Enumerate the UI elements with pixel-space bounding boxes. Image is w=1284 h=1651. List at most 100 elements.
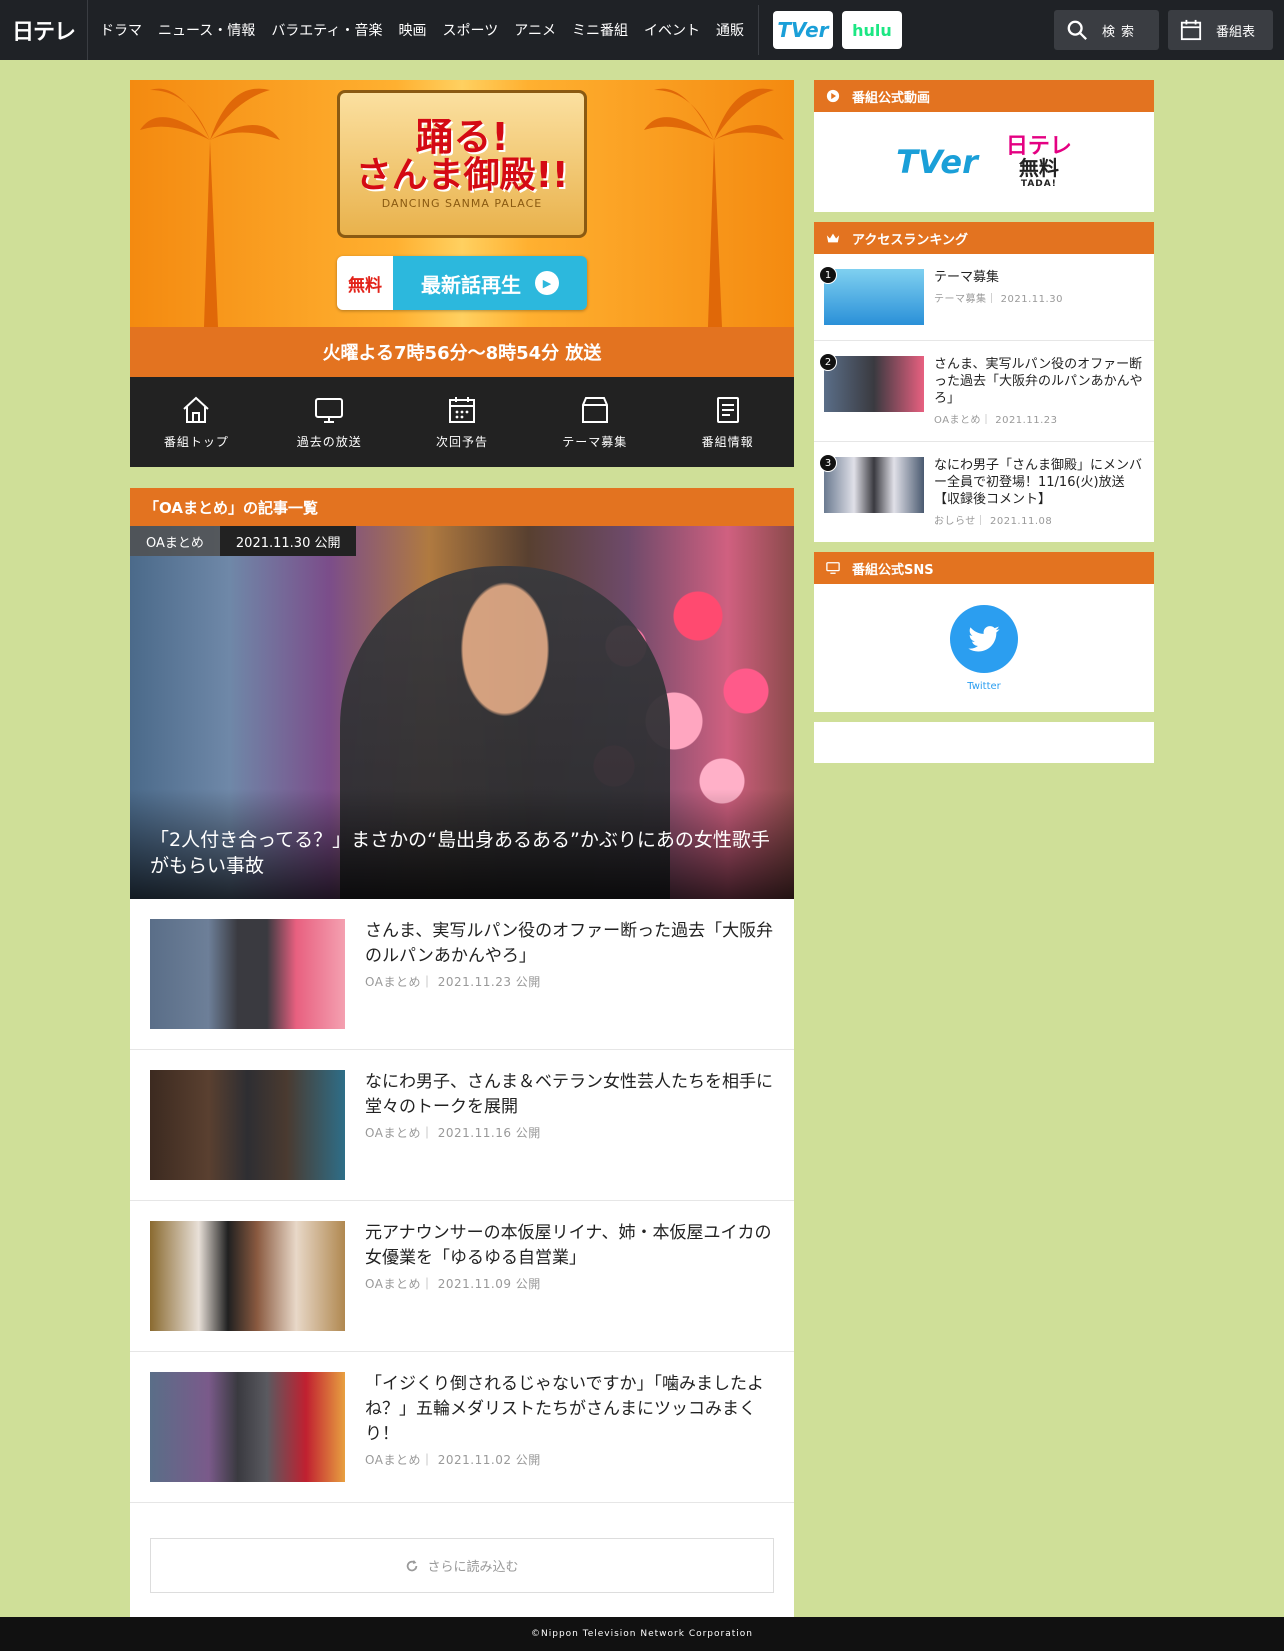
twitter-label[interactable]: Twitter (967, 681, 1001, 692)
global-nav: ドラマ ニュース・情報 バラエティ・音楽 映画 スポーツ アニメ ミニ番組 イベ… (88, 0, 752, 60)
nav-movie[interactable]: 映画 (390, 20, 434, 40)
ntv-logo[interactable]: 日テレ (0, 0, 88, 60)
sns-header: 番組公式SNS (814, 552, 1154, 584)
article-title: さんま、実写ルパン役のオファー断った過去「大阪弁のルパンあかんやろ」 (365, 921, 774, 966)
feature-caption: 「2人付き合ってる？」まさかの“島出身あるある”かぶりにあの女性歌手がもらい事故 (130, 789, 794, 899)
nav-anime[interactable]: アニメ (506, 20, 564, 40)
main-column: 踊る! さんま御殿!! DANCING SANMA PALACE 無料 最新話再… (130, 80, 794, 1617)
monitor-icon (315, 397, 344, 423)
ranking-title: アクセスランキング (852, 232, 968, 248)
program-nav-theme[interactable]: テーマ募集 (528, 377, 661, 467)
ntv-free-logo-line2: 無料 (1018, 155, 1059, 180)
search-label: 検索 (1102, 24, 1141, 40)
tver-logo-link[interactable]: TVer (896, 143, 978, 181)
article-thumbnail (150, 1070, 345, 1180)
search-button[interactable]: 検索 (1054, 10, 1159, 50)
list-item[interactable]: 元アナウンサーの本仮屋リイナ、姉・本仮屋ユイカの女優業を「ゆるゆる自営業」 OA… (130, 1201, 794, 1352)
sns-title: 番組公式SNS (852, 562, 934, 578)
home-icon (183, 396, 210, 423)
nav-sports[interactable]: スポーツ (434, 20, 506, 40)
program-nav-past-label: 過去の放送 (296, 434, 362, 449)
program-nav-info[interactable]: 番組情報 (661, 377, 794, 467)
feature-badges: OAまとめ 2021.11.30 公開 (130, 526, 357, 556)
global-header: 日テレ ドラマ ニュース・情報 バラエティ・音楽 映画 スポーツ アニメ ミニ番… (0, 0, 1284, 60)
official-video-title: 番組公式動画 (852, 90, 931, 106)
monitor-icon (826, 562, 840, 574)
program-nav-next-label: 次回予告 (435, 434, 488, 449)
load-more-wrap: さらに読み込む (130, 1503, 794, 1617)
article-meta: OAまとめ｜ 2021.11.02 公開 (365, 1453, 541, 1467)
ranking-number-badge: 1 (819, 266, 837, 284)
list-item[interactable]: さんま、実写ルパン役のオファー断った過去「大阪弁のルパンあかんやろ」 OAまとめ… (130, 899, 794, 1050)
play-latest-button[interactable]: 無料 最新話再生 ▶ (337, 256, 587, 310)
ntv-free-logo-link[interactable]: 日テレ 無料 TADA! (1005, 133, 1072, 189)
calendar-icon (1180, 19, 1202, 41)
article-title: 元アナウンサーの本仮屋リイナ、姉・本仮屋ユイカの女優業を「ゆるゆる自営業」 (365, 1223, 772, 1268)
official-video-box: 番組公式動画 TVer 日テレ 無料 TADA! (814, 80, 1154, 212)
free-label: 無料 (337, 256, 393, 310)
program-nav-theme-label: テーマ募集 (562, 434, 628, 449)
program-logo-line2: さんま御殿!! (355, 154, 569, 196)
program-nav-top[interactable]: 番組トップ (130, 377, 263, 467)
refresh-icon (407, 1559, 418, 1571)
list-item[interactable]: なにわ男子、さんま＆ベテラン女性芸人たちを相手に堂々のトークを展開 OAまとめ｜… (130, 1050, 794, 1201)
ranking-meta: おしらせ｜ 2021.11.08 (934, 516, 1053, 527)
article-text: さんま、実写ルパン役のオファー断った過去「大阪弁のルパンあかんやろ」 OAまとめ… (365, 919, 774, 1029)
program-nav-top-label: 番組トップ (163, 434, 229, 449)
program-nav-past[interactable]: 過去の放送 (263, 377, 396, 467)
list-item[interactable]: 「イジくり倒されるじゃないですか」「噛みましたよね？」五輪メダリストたちがさんま… (130, 1352, 794, 1503)
article-thumbnail (150, 1372, 345, 1482)
program-logo-line1: 踊る! (415, 114, 509, 159)
schedule-button[interactable]: 番組表 (1168, 10, 1273, 50)
ranking-thumbnail (824, 457, 924, 513)
nav-event[interactable]: イベント (636, 20, 708, 40)
sns-body: Twitter (814, 584, 1154, 712)
nav-variety[interactable]: バラエティ・音楽 (263, 20, 390, 40)
program-nav: 番組トップ 過去の放送 次回予告 テーマ募集 番組情報 (130, 377, 794, 467)
twitter-bird-icon (968, 625, 1000, 651)
ranking-item[interactable]: 2 さんま、実写ルパン役のオファー断った過去「大阪弁のルパンあかんやろ」 OAま… (814, 341, 1154, 442)
hulu-link-button[interactable]: hulu (841, 11, 902, 49)
ranking-item[interactable]: 1 テーマ募集 テーマ募集｜ 2021.11.30 (814, 254, 1154, 341)
ranking-meta: テーマ募集｜ 2021.11.30 (934, 294, 1063, 305)
sidebar: 番組公式動画 TVer 日テレ 無料 TADA! アクセスランキング 1 テーマ… (814, 80, 1154, 763)
program-nav-info-label: 番組情報 (701, 434, 754, 449)
calendar-icon (448, 396, 475, 423)
program-hero: 踊る! さんま御殿!! DANCING SANMA PALACE 無料 最新話再… (130, 80, 794, 327)
nav-drama[interactable]: ドラマ (92, 20, 150, 40)
play-latest-label: 最新話再生 (421, 272, 521, 297)
ranking-title-text: テーマ募集 (934, 270, 1000, 285)
load-more-button[interactable]: さらに読み込む (150, 1538, 774, 1593)
schedule-label: 番組表 (1216, 24, 1256, 40)
nav-news[interactable]: ニュース・情報 (150, 20, 263, 40)
article-text: なにわ男子、さんま＆ベテラン女性芸人たちを相手に堂々のトークを展開 OAまとめ｜… (365, 1070, 774, 1180)
ranking-meta: OAまとめ｜ 2021.11.23 (934, 415, 1058, 426)
sidebar-empty-box (814, 722, 1154, 763)
play-latest-wrap: 最新話再生 ▶ (393, 256, 587, 310)
ranking-number-badge: 2 (819, 353, 837, 371)
ranking-header: アクセスランキング (814, 222, 1154, 254)
feature-title: 「2人付き合ってる？」まさかの“島出身あるある”かぶりにあの女性歌手がもらい事故 (150, 829, 770, 877)
article-title: なにわ男子、さんま＆ベテラン女性芸人たちを相手に堂々のトークを展開 (365, 1072, 773, 1117)
article-text: 元アナウンサーの本仮屋リイナ、姉・本仮屋ユイカの女優業を「ゆるゆる自営業」 OA… (365, 1221, 774, 1331)
article-meta: OAまとめ｜ 2021.11.16 公開 (365, 1126, 541, 1140)
palm-tree-decoration (140, 88, 280, 327)
program-nav-next[interactable]: 次回予告 (396, 377, 529, 467)
program-logo-sub: DANCING SANMA PALACE (381, 197, 543, 211)
tver-link-button[interactable]: TVer (772, 11, 833, 49)
twitter-button[interactable] (950, 604, 1018, 673)
featured-article[interactable]: OAまとめ 2021.11.30 公開 「2人付き合ってる？」まさかの“島出身あ… (130, 526, 794, 899)
feature-category-badge: OAまとめ (130, 526, 220, 556)
article-section-title: 「OAまとめ」の記事一覧 (130, 488, 794, 526)
airtime-banner: 火曜よる7時56分～8時54分 放送 (130, 327, 794, 377)
ntv-free-logo-line1: 日テレ (1005, 133, 1072, 159)
box-icon (581, 396, 608, 423)
article-meta: OAまとめ｜ 2021.11.23 公開 (365, 975, 541, 989)
ranking-item[interactable]: 3 なにわ男子「さんま御殿」にメンバー全員で初登場！11/16(火)放送【収録後… (814, 442, 1154, 542)
nav-shopping[interactable]: 通販 (708, 20, 752, 40)
ntv-free-logo-line3: TADA! (1020, 178, 1057, 189)
article-list: さんま、実写ルパン役のオファー断った過去「大阪弁のルパンあかんやろ」 OAまとめ… (130, 899, 794, 1503)
ranking-number-badge: 3 (819, 454, 837, 472)
nav-mini[interactable]: ミニ番組 (564, 20, 636, 40)
article-text: 「イジくり倒されるじゃないですか」「噛みましたよね？」五輪メダリストたちがさんま… (365, 1372, 774, 1482)
